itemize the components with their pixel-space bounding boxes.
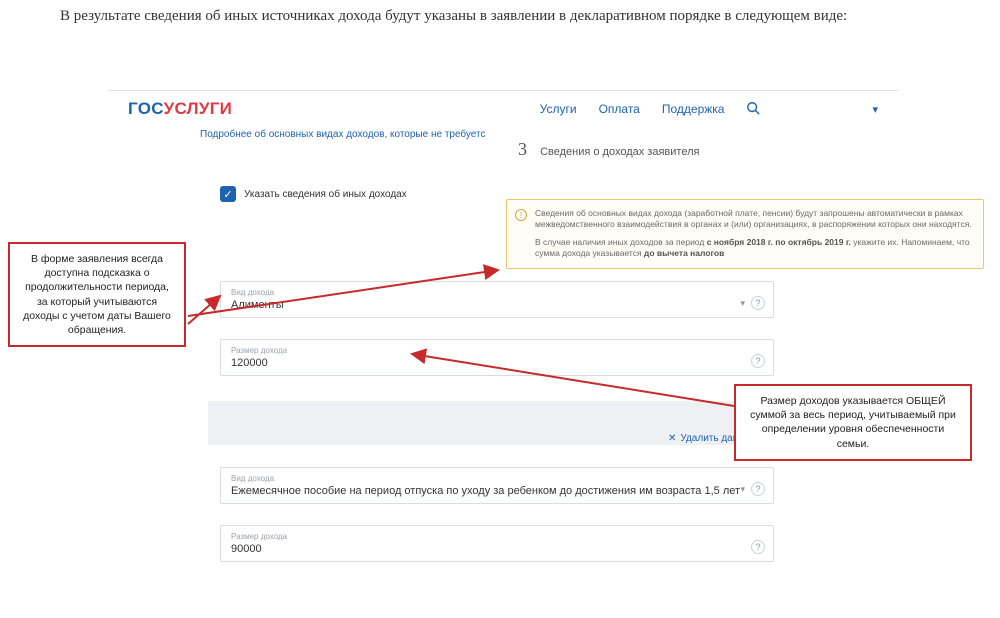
help-icon[interactable]: ? [751,296,765,310]
search-icon[interactable] [746,101,760,118]
income-type-field-1[interactable]: Вид дохода Алименты ▾ ? [220,281,774,318]
nav-payment[interactable]: Оплата [599,102,640,116]
other-income-checkbox-row[interactable]: ✓ Указать сведения об иных доходах [220,186,407,202]
checkbox-label: Указать сведения об иных доходах [244,189,407,200]
field-label: Вид дохода [231,288,763,297]
field-label: Вид дохода [231,474,763,483]
close-icon: ✕ [668,433,676,444]
site-header: ГОСУСЛУГИ Услуги Оплата Поддержка ▾ [108,91,898,125]
screenshot-frame: ГОСУСЛУГИ Услуги Оплата Поддержка ▾ Подр… [108,90,898,610]
info-text-2: В случае наличия иных доходов за период … [535,237,973,260]
nav: Услуги Оплата Поддержка ▾ [540,101,878,118]
section-heading: 3 Сведения о доходах заявителя [518,139,699,160]
income-type-value-1: Алименты [231,299,763,311]
info-icon: ! [515,209,527,221]
info-text-1: Сведения об основных видах дохода (зараб… [535,208,973,231]
income-amount-field-2[interactable]: Размер дохода 90000 ? [220,525,774,562]
annotation-total-amount: Размер доходов указывается ОБЩЕЙ суммой … [734,384,972,461]
help-icon[interactable]: ? [751,540,765,554]
intro-paragraph: В результате сведения об иных источниках… [60,6,1000,27]
about-incomes-link[interactable]: Подробнее об основных видах доходов, кот… [108,125,898,148]
step-number: 3 [518,139,527,159]
income-type-field-2[interactable]: Вид дохода Ежемесячное пособие на период… [220,467,774,504]
chevron-down-icon: ▾ [740,484,745,495]
income-type-value-2: Ежемесячное пособие на период отпуска по… [231,485,763,497]
chevron-down-icon: ▾ [740,298,745,309]
logo: ГОСУСЛУГИ [128,99,232,119]
income-amount-value-2: 90000 [231,543,763,555]
nav-support[interactable]: Поддержка [662,102,725,116]
chevron-down-icon[interactable]: ▾ [872,103,878,116]
checkmark-icon: ✓ [220,186,236,202]
logo-part2: УСЛУГИ [164,99,233,118]
field-label: Размер дохода [231,532,763,541]
field-label: Размер дохода [231,346,763,355]
income-amount-field-1[interactable]: Размер дохода 120000 ? [220,339,774,376]
annotation-period-hint: В форме заявления всегда доступна подска… [8,242,186,347]
nav-services[interactable]: Услуги [540,102,577,116]
help-icon[interactable]: ? [751,354,765,368]
help-icon[interactable]: ? [751,482,765,496]
section-title: Сведения о доходах заявителя [540,146,699,158]
info-panel: ! Сведения об основных видах дохода (зар… [506,199,984,269]
income-amount-value-1: 120000 [231,357,763,369]
logo-part1: ГОС [128,99,164,118]
